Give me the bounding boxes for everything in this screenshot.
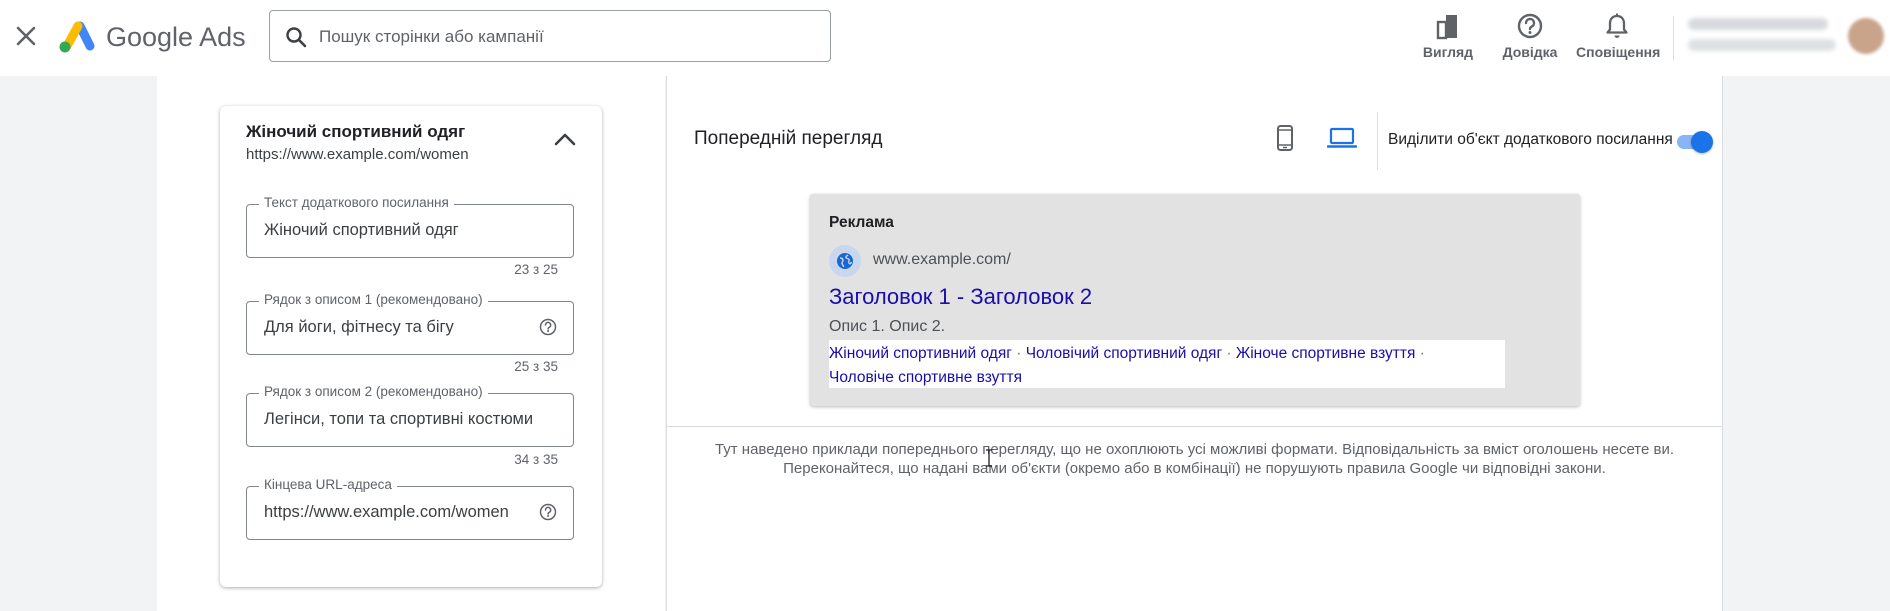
description-line-1-label: Рядок з описом 1 (рекомендовано) <box>259 292 488 307</box>
final-url-label: Кінцева URL-адреса <box>259 477 397 492</box>
search-input[interactable] <box>317 21 821 53</box>
ad-sitelinks: Жіночий спортивний одяг · Чоловічий спор… <box>829 340 1505 388</box>
ad-headline[interactable]: Заголовок 1 - Заголовок 2 <box>829 284 1092 310</box>
ad-description: Опис 1. Опис 2. <box>829 318 946 335</box>
preview-divider <box>667 426 1722 427</box>
notifications-button[interactable]: Сповіщення <box>1576 6 1661 60</box>
highlight-sitelink-toggle[interactable] <box>1673 128 1715 154</box>
preview-title: Попередній перегляд <box>694 128 883 149</box>
help-icon <box>1500 6 1560 40</box>
mobile-device-icon[interactable] <box>1275 124 1295 157</box>
top-app-bar: Google Ads Вигляд Довідка <box>0 0 1890 76</box>
help-circle-icon[interactable] <box>539 318 557 341</box>
description-line-1-counter: 25 з 35 <box>514 359 558 374</box>
search-box[interactable] <box>269 10 831 62</box>
description-line-1-value[interactable]: Для йоги, фітнесу та бігу <box>264 318 454 337</box>
laptop-icon[interactable] <box>1326 126 1358 155</box>
ad-label: Реклама <box>829 214 894 231</box>
disclaimer-line-2: Переконайтеся, що надані вами об'єкти (о… <box>783 460 1606 477</box>
description-line-2-counter: 34 з 35 <box>514 452 558 467</box>
final-url-value[interactable]: https://www.example.com/women <box>264 503 509 522</box>
brand-google-text: Google <box>106 22 194 52</box>
sitelink-text-counter: 23 з 25 <box>514 262 558 277</box>
description-line-1-field[interactable]: Рядок з описом 1 (рекомендовано) Для йог… <box>246 292 574 355</box>
sitelink-separator: · <box>1419 345 1425 362</box>
sitelink-text-value[interactable]: Жіночий спортивний одяг <box>264 221 459 240</box>
sitelink-separator: · <box>1226 345 1232 362</box>
highlight-sitelink-label: Виділити об'єкт додаткового посилання <box>1388 131 1673 148</box>
ad-preview-panel: Попередній перегляд Виділити об'єкт дода… <box>666 76 1723 611</box>
avatar[interactable] <box>1848 18 1884 54</box>
bell-icon <box>1576 6 1658 40</box>
close-icon[interactable] <box>10 20 42 52</box>
preview-disclaimer: Тут наведено приклади попереднього перег… <box>667 440 1722 478</box>
sitelink-link[interactable]: Жіноче спортивне взуття <box>1236 345 1415 362</box>
brand-ads-text: Ads <box>199 22 246 52</box>
help-label: Довідка <box>1502 44 1558 60</box>
view-button[interactable]: Вигляд <box>1420 6 1476 60</box>
view-label: Вигляд <box>1422 44 1474 60</box>
sitelink-text-field[interactable]: Текст додаткового посилання Жіночий спор… <box>246 195 574 258</box>
search-icon <box>286 27 307 48</box>
sitelink-link[interactable]: Жіночий спортивний одяг <box>829 345 1012 362</box>
final-url-field[interactable]: Кінцева URL-адреса https://www.example.c… <box>246 477 574 540</box>
ad-preview-card: Реклама www.example.com/ Заголовок 1 - З… <box>810 194 1580 406</box>
description-line-2-field[interactable]: Рядок з описом 2 (рекомендовано) Легінси… <box>246 384 574 447</box>
disclaimer-line-1: Тут наведено приклади попереднього перег… <box>714 441 1675 458</box>
toolbar-divider <box>1673 16 1674 60</box>
brand-name: Google Ads <box>106 20 246 54</box>
text-cursor-icon <box>985 449 993 467</box>
sitelink-card-title: Жіночий спортивний одяг <box>246 122 466 141</box>
sitelink-editor-panel: Жіночий спортивний одяг https://www.exam… <box>157 76 665 611</box>
sitelink-card: Жіночий спортивний одяг https://www.exam… <box>220 106 602 587</box>
sitelink-link[interactable]: Чоловічий спортивний одяг <box>1026 345 1222 362</box>
sitelink-card-url: https://www.example.com/women <box>246 146 469 163</box>
description-line-2-label: Рядок з описом 2 (рекомендовано) <box>259 384 488 399</box>
notifications-label: Сповіщення <box>1576 44 1661 60</box>
appearance-icon <box>1420 6 1476 40</box>
sitelink-text-label: Текст додаткового посилання <box>259 195 454 210</box>
help-button[interactable]: Довідка <box>1500 6 1560 60</box>
preview-toolbar-divider <box>1377 112 1378 170</box>
globe-icon <box>829 245 861 277</box>
sitelink-link[interactable]: Чоловіче спортивне взуття <box>829 369 1022 386</box>
ad-display-url: www.example.com/ <box>873 251 1011 268</box>
help-circle-icon[interactable] <box>539 503 557 526</box>
sitelink-separator: · <box>1016 345 1022 362</box>
account-info-blurred[interactable] <box>1688 18 1836 51</box>
description-line-2-value[interactable]: Легінси, топи та спортивні костюми <box>264 410 533 429</box>
chevron-up-icon[interactable] <box>550 124 580 154</box>
google-ads-logo-icon <box>56 20 96 54</box>
